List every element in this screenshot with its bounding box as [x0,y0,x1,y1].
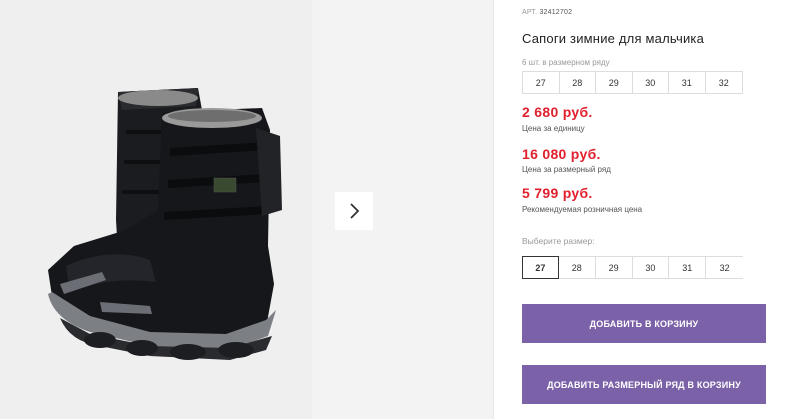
chevron-right-icon [350,203,360,219]
product-image-panel [0,0,312,419]
size-option[interactable]: 32 [706,256,743,279]
pack-note: 6 шт. в размерном ряду [522,58,610,67]
pack-size: 27 [523,72,560,93]
size-option-selected[interactable]: 27 [522,256,559,279]
retail-price-note: Рекомендуемая розничная цена [522,205,643,214]
size-option[interactable]: 29 [595,256,633,279]
add-to-cart-button[interactable]: ДОБАВИТЬ В КОРЗИНУ [522,304,766,343]
pack-size: 28 [560,72,596,93]
pack-size: 32 [718,77,729,88]
divider [493,0,494,419]
size-option[interactable]: 28 [558,256,596,279]
pack-price-note: Цена за размерный ряд [522,165,611,174]
unit-price: 2 680 руб. [522,104,593,120]
product-title: Сапоги зимние для мальчика [522,31,705,46]
size-selector: 27 28 29 30 31 32 [522,256,743,279]
size-option[interactable]: 30 [632,256,670,279]
retail-price: 5 799 руб. [522,185,593,201]
pack-size: 29 [596,72,633,93]
sku-value: 32412702 [539,9,573,16]
product-image-boots [48,88,282,360]
size-option[interactable]: 31 [669,256,707,279]
sku: АРТ. 32412702 [522,9,572,16]
pack-sizes: 27 28 29 30 31 32 [522,71,743,94]
pack-size: 30 [633,72,669,93]
next-image-button[interactable] [335,192,373,230]
add-pack-to-cart-button[interactable]: ДОБАВИТЬ РАЗМЕРНЫЙ РЯД В КОРЗИНУ [522,365,766,404]
unit-price-note: Цена за единицу [522,124,585,133]
sku-label: АРТ. [522,9,538,16]
pack-size: 31 [669,72,706,93]
pack-price: 16 080 руб. [522,146,601,162]
choose-size-label: Выберите размер: [522,236,595,246]
